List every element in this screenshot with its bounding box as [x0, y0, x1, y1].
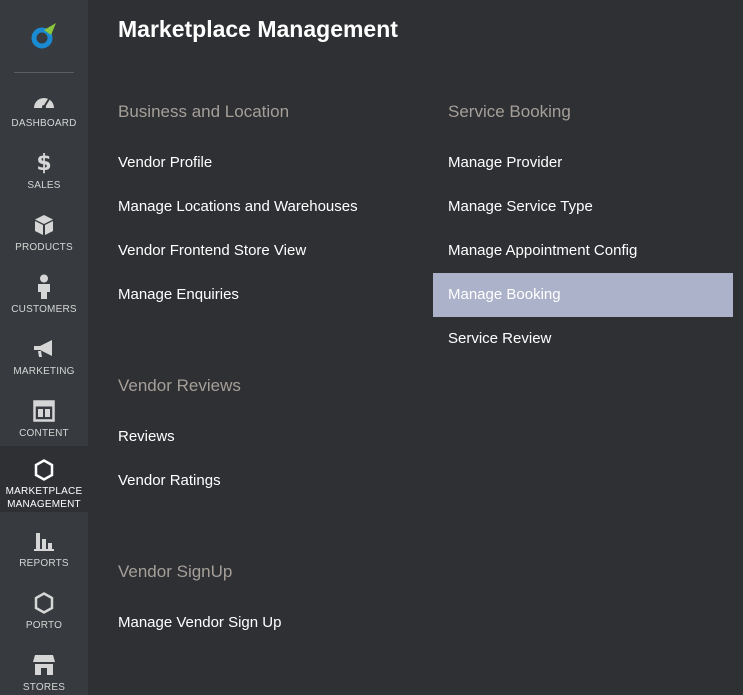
- section-title-booking: Service Booking: [448, 102, 571, 121]
- bar-chart-icon: [31, 528, 57, 554]
- nav-products-label: PRODUCTS: [15, 242, 73, 253]
- layout-icon: [31, 398, 57, 424]
- link-manage-booking[interactable]: Manage Booking: [433, 273, 733, 317]
- logo[interactable]: [0, 0, 88, 72]
- nav-porto[interactable]: PORTO: [0, 576, 88, 638]
- person-icon: [31, 274, 57, 300]
- link-service-review[interactable]: Service Review: [433, 317, 551, 361]
- nav-content-label: CONTENT: [19, 428, 69, 439]
- nav-reports-label: REPORTS: [19, 558, 69, 569]
- section-title-reviews: Vendor Reviews: [118, 376, 241, 395]
- link-manage-locations[interactable]: Manage Locations and Warehouses: [103, 185, 358, 229]
- link-manage-appointment-config[interactable]: Manage Appointment Config: [433, 229, 637, 273]
- section-title-business: Business and Location: [118, 102, 290, 121]
- nav-marketplace-label-line1: MARKETPLACE: [5, 486, 83, 497]
- link-manage-vendor-sign-up[interactable]: Manage Vendor Sign Up: [103, 601, 281, 645]
- nav-customers[interactable]: CUSTOMERS: [0, 260, 88, 322]
- dollar-icon: $: [36, 150, 52, 176]
- nav-marketplace-management[interactable]: MARKETPLACE MANAGEMENT: [0, 446, 88, 512]
- nav-products[interactable]: PRODUCTS: [0, 198, 88, 260]
- nav-marketing[interactable]: MARKETING: [0, 322, 88, 384]
- hexagon-icon: [31, 590, 57, 616]
- link-manage-enquiries[interactable]: Manage Enquiries: [103, 273, 239, 317]
- cube-icon: [31, 212, 57, 238]
- main-panel: Marketplace Management Business and Loca…: [88, 0, 743, 695]
- nav-reports[interactable]: REPORTS: [0, 514, 88, 576]
- store-icon: [31, 652, 57, 678]
- nav-marketplace-label-line2: MANAGEMENT: [7, 499, 81, 510]
- link-manage-provider[interactable]: Manage Provider: [433, 141, 562, 185]
- admin-sidebar: DASHBOARD $ SALES PRODUCTS CUSTOMERS MAR…: [0, 0, 88, 695]
- logo-icon: [31, 23, 56, 49]
- gauge-icon: [31, 88, 57, 114]
- nav-dashboard[interactable]: DASHBOARD: [0, 74, 88, 136]
- nav-stores-label: STORES: [22, 682, 66, 693]
- section-title-signup: Vendor SignUp: [118, 562, 233, 581]
- link-manage-service-type[interactable]: Manage Service Type: [433, 185, 593, 229]
- hexagon-icon: [31, 457, 57, 483]
- link-vendor-ratings[interactable]: Vendor Ratings: [103, 459, 221, 503]
- link-reviews[interactable]: Reviews: [103, 415, 175, 459]
- megaphone-icon: [31, 336, 57, 362]
- nav-porto-label: PORTO: [25, 620, 63, 631]
- link-vendor-frontend-store-view[interactable]: Vendor Frontend Store View: [103, 229, 306, 273]
- nav-sales[interactable]: $ SALES: [0, 136, 88, 198]
- nav-sales-label: SALES: [27, 180, 61, 191]
- nav-content[interactable]: CONTENT: [0, 384, 88, 446]
- nav-dashboard-label: DASHBOARD: [11, 118, 77, 129]
- logo-divider: [14, 72, 74, 73]
- nav-marketing-label: MARKETING: [13, 366, 75, 377]
- page-title: Marketplace Management: [118, 16, 398, 42]
- link-vendor-profile[interactable]: Vendor Profile: [103, 141, 212, 185]
- nav-customers-label: CUSTOMERS: [11, 304, 77, 315]
- nav-marketplace-label: MARKETPLACE MANAGEMENT: [6, 485, 83, 511]
- nav-stores[interactable]: STORES: [0, 638, 88, 695]
